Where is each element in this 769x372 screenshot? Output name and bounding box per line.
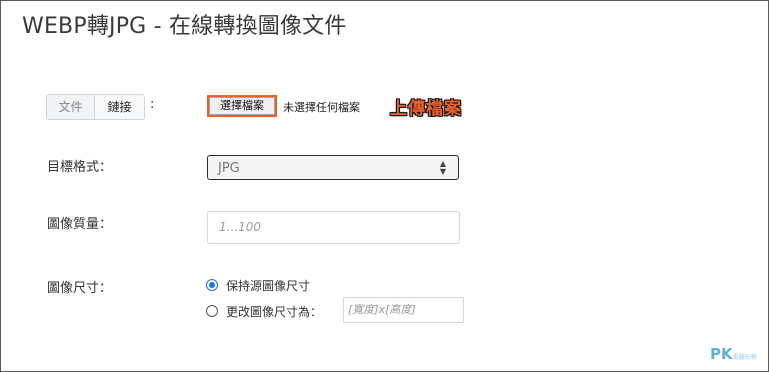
file-status-text: 未選擇任何檔案 xyxy=(283,101,360,114)
dimension-input[interactable]: [寬度]x[高度] xyxy=(343,297,464,323)
format-selected-value: JPG xyxy=(218,161,240,176)
quality-input[interactable]: 1...100 xyxy=(207,211,460,244)
quality-label: 圖像質量： xyxy=(47,217,113,232)
select-updown-icon: ▲ ▼ xyxy=(439,159,446,176)
source-colon: : xyxy=(150,97,155,112)
format-select[interactable]: JPG ▲ ▼ xyxy=(207,155,459,180)
upload-annotation: 上傳檔案 xyxy=(390,99,462,119)
page-title: WEBP轉JPG - 在線轉換圖像文件 xyxy=(22,14,347,39)
change-size-label: 更改圖像尺寸為： xyxy=(226,305,323,319)
change-size-radio[interactable] xyxy=(206,305,218,317)
tab-file[interactable]: 文件 xyxy=(47,95,95,119)
choose-file-button[interactable]: 選擇檔案 xyxy=(207,95,277,117)
keep-size-label: 保持源圖像尺寸 xyxy=(226,279,311,293)
tab-link[interactable]: 鏈接 xyxy=(95,95,144,119)
source-tabs: 文件 鏈接 xyxy=(46,94,145,120)
watermark-subtext: 電腦玩物 xyxy=(732,354,757,361)
watermark-logo: PK電腦玩物 xyxy=(710,345,757,363)
format-label: 目標格式： xyxy=(47,160,113,175)
watermark-text: PK xyxy=(710,345,733,363)
size-label: 圖像尺寸： xyxy=(47,281,113,296)
keep-size-radio[interactable] xyxy=(206,279,218,291)
